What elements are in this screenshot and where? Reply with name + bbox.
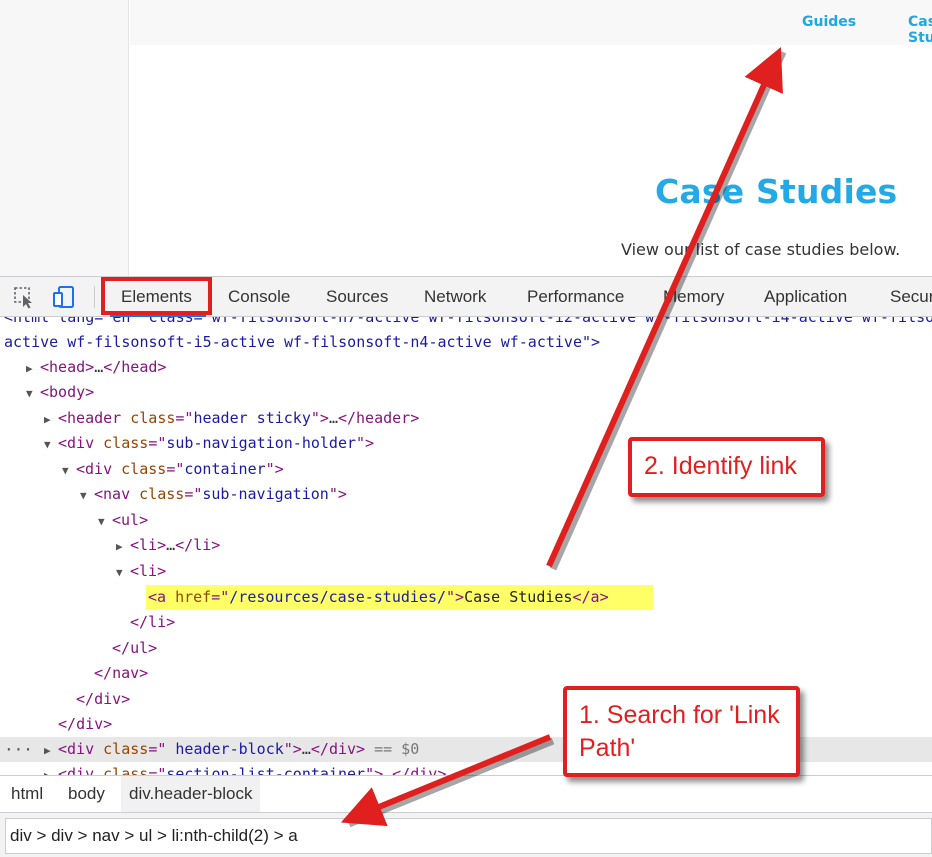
dom-search-input[interactable]: [5, 818, 932, 854]
dom-node-section-list[interactable]: ▶<div class="section-list-container">…</…: [44, 762, 446, 775]
collapsed-triangle-icon[interactable]: ▶: [44, 738, 58, 763]
dom-node-holder-close: </div>: [58, 715, 113, 733]
expanded-triangle-icon[interactable]: ▼: [44, 432, 58, 457]
more-options-dots[interactable]: ···: [4, 737, 33, 762]
dom-node-header[interactable]: ▶ <header class="header sticky">…</header…: [44, 406, 419, 431]
page-left-gutter: [0, 0, 129, 276]
dom-node-nav-close: </nav>: [94, 664, 149, 682]
dom-node-li-1[interactable]: ▶ <li>…</li>: [116, 533, 220, 558]
tab-memory[interactable]: Memory: [663, 277, 724, 317]
collapsed-triangle-icon[interactable]: ▶: [44, 407, 58, 432]
expanded-triangle-icon[interactable]: ▼: [62, 458, 76, 483]
dom-node-nav[interactable]: ▼ <nav class="sub-navigation">: [80, 482, 347, 507]
expanded-triangle-icon[interactable]: ▼: [98, 509, 112, 534]
toolbar-divider: [94, 286, 95, 308]
dom-node-ul[interactable]: ▼ <ul>: [98, 508, 148, 533]
dom-node-case-studies-link[interactable]: <a href="/resources/case-studies/">Case …: [148, 585, 609, 610]
device-toolbar-icon[interactable]: [52, 285, 76, 309]
tab-security[interactable]: Secur: [890, 277, 932, 317]
dom-search-bar: [0, 812, 932, 857]
subnav-link-guides[interactable]: Guides: [802, 14, 856, 30]
inspect-element-icon[interactable]: [12, 285, 36, 309]
dom-node-ul-close: </ul>: [112, 639, 158, 657]
callout-identify-link: 2. Identify link: [628, 437, 825, 497]
callout-search-link-path: 1. Search for 'Link Path': [563, 686, 800, 777]
dom-node-li-close: </li>: [130, 613, 176, 631]
hero-title: Case Studies: [655, 172, 898, 211]
sub-navigation-bar: Guides Case Studies: [130, 0, 932, 46]
tab-network[interactable]: Network: [424, 277, 486, 317]
dom-node-container[interactable]: ▼ <div class="container">: [62, 457, 284, 482]
tab-application[interactable]: Application: [764, 277, 847, 317]
collapsed-triangle-icon[interactable]: ▶: [26, 356, 40, 381]
collapsed-triangle-icon[interactable]: ▶: [116, 534, 130, 559]
dom-node-header-block[interactable]: ▶ <div class=" header-block">…</div> == $…: [44, 737, 419, 762]
dom-node-head[interactable]: ▶ <head>…</head>: [26, 355, 166, 380]
hero-subtitle: View our list of case studies below.: [621, 240, 901, 259]
elements-tab-annotation-box: [101, 277, 212, 315]
dom-node-html[interactable]: <html lang="en" class="wf-filsonsoft-n7-…: [4, 317, 932, 330]
breadcrumb-body[interactable]: body: [60, 776, 113, 812]
dom-node-li-2[interactable]: ▼ <li>: [116, 559, 166, 584]
breadcrumb-html[interactable]: html: [3, 776, 51, 812]
breadcrumb-current[interactable]: div.header-block: [121, 776, 261, 812]
breadcrumb: html body div.header-block: [0, 775, 932, 812]
tab-console[interactable]: Console: [228, 277, 290, 317]
subnav-link-case-studies[interactable]: Case Studies: [908, 14, 932, 46]
expanded-triangle-icon[interactable]: ▼: [26, 381, 40, 406]
dom-node-sub-navigation-holder[interactable]: ▼ <div class="sub-navigation-holder">: [44, 431, 374, 456]
collapsed-triangle-icon[interactable]: ▶: [44, 763, 58, 775]
dom-node-container-close: </div>: [76, 690, 131, 708]
expanded-triangle-icon[interactable]: ▼: [80, 483, 94, 508]
dom-node-html-continued[interactable]: active wf-filsonsoft-i5-active wf-filson…: [4, 330, 600, 355]
tab-performance[interactable]: Performance: [527, 277, 624, 317]
tab-sources[interactable]: Sources: [326, 277, 388, 317]
expanded-triangle-icon[interactable]: ▼: [116, 560, 130, 585]
page-preview: Guides Case Studies Case Studies View ou…: [0, 0, 932, 276]
dom-node-body[interactable]: ▼ <body>: [26, 380, 94, 405]
